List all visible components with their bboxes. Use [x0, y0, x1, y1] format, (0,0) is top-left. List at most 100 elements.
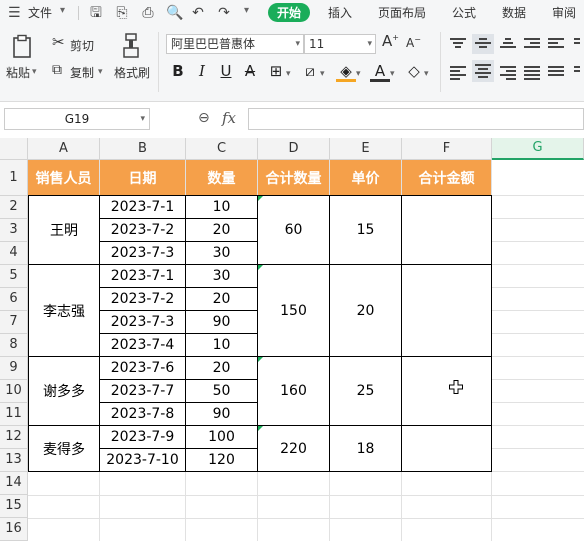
format-painter-icon[interactable]: [118, 32, 144, 60]
quantity-cell[interactable]: 20: [186, 288, 258, 311]
row-header-14[interactable]: 14: [0, 472, 28, 495]
format-painter-button[interactable]: 格式刷: [114, 64, 150, 81]
quantity-cell[interactable]: 20: [186, 219, 258, 242]
tab-page-layout[interactable]: 页面布局: [378, 4, 426, 21]
total-quantity-cell[interactable]: 220: [258, 426, 330, 472]
header-unit-price[interactable]: 单价: [330, 160, 402, 196]
row-header-2[interactable]: 2: [0, 196, 28, 219]
clear-format-icon[interactable]: ◇: [404, 62, 424, 82]
row-header-5[interactable]: 5: [0, 265, 28, 288]
row-header-6[interactable]: 6: [0, 288, 28, 311]
chevron-down-icon[interactable]: ▾: [32, 67, 37, 77]
paste-icon[interactable]: [10, 34, 36, 60]
row-header-13[interactable]: 13: [0, 449, 28, 472]
unit-price-cell[interactable]: 25: [330, 357, 402, 426]
date-cell[interactable]: 2023-7-10: [100, 449, 186, 472]
borders-icon[interactable]: ⊞: [266, 62, 286, 82]
tab-formulas[interactable]: 公式: [452, 4, 476, 21]
file-menu[interactable]: 文件: [28, 4, 52, 21]
increase-indent-icon[interactable]: [548, 36, 566, 52]
font-name-select[interactable]: 阿里巴巴普惠体 ▾: [166, 34, 304, 54]
chevron-down-icon[interactable]: ▾: [60, 5, 65, 16]
save-icon[interactable]: 🖫: [88, 5, 104, 21]
increase-font-size-icon[interactable]: A+: [382, 34, 399, 49]
row-header-4[interactable]: 4: [0, 242, 28, 265]
formula-input[interactable]: [248, 108, 584, 130]
align-left-icon[interactable]: [450, 64, 468, 80]
column-header-e[interactable]: E: [330, 138, 402, 160]
chevron-down-icon[interactable]: ▾: [390, 69, 395, 79]
select-all-corner[interactable]: [0, 138, 28, 160]
more-icon[interactable]: [574, 36, 584, 52]
row-header-15[interactable]: 15: [0, 495, 28, 518]
chevron-down-icon[interactable]: ▾: [356, 69, 361, 79]
header-salesperson[interactable]: 销售人员: [28, 160, 100, 196]
date-cell[interactable]: 2023-7-1: [100, 196, 186, 219]
cell-style-icon[interactable]: ⧄: [300, 62, 320, 82]
quantity-cell[interactable]: 30: [186, 242, 258, 265]
cut-button[interactable]: 剪切: [70, 37, 94, 54]
column-header-f[interactable]: F: [402, 138, 492, 160]
export-pdf-icon[interactable]: ⎘: [114, 5, 130, 21]
column-header-d[interactable]: D: [258, 138, 330, 160]
salesperson-cell[interactable]: 谢多多: [29, 357, 100, 426]
print-preview-icon[interactable]: 🔍: [166, 5, 183, 21]
quantity-cell[interactable]: 10: [186, 196, 258, 219]
date-cell[interactable]: 2023-7-3: [100, 242, 186, 265]
decrease-font-size-icon[interactable]: A−: [406, 36, 421, 50]
align-middle-icon[interactable]: [472, 34, 494, 54]
total-amount-cell[interactable]: [402, 426, 492, 472]
bold-icon[interactable]: B: [168, 62, 188, 82]
total-amount-cell[interactable]: [402, 265, 492, 357]
date-cell[interactable]: 2023-7-7: [100, 380, 186, 403]
row-header-16[interactable]: 16: [0, 518, 28, 541]
decrease-indent-icon[interactable]: [524, 36, 542, 52]
date-cell[interactable]: 2023-7-8: [100, 403, 186, 426]
font-size-select[interactable]: 11 ▾: [304, 34, 376, 54]
chevron-down-icon[interactable]: ▾: [244, 5, 249, 16]
row-header-11[interactable]: 11: [0, 403, 28, 426]
date-cell[interactable]: 2023-7-2: [100, 288, 186, 311]
tab-review[interactable]: 审阅: [552, 4, 576, 21]
align-top-icon[interactable]: [450, 36, 468, 52]
column-header-b[interactable]: B: [100, 138, 186, 160]
row-header-7[interactable]: 7: [0, 311, 28, 334]
row-header-9[interactable]: 9: [0, 357, 28, 380]
fill-color-icon[interactable]: ◈: [336, 62, 356, 82]
more-icon[interactable]: [574, 64, 584, 80]
tab-insert[interactable]: 插入: [328, 4, 352, 21]
undo-icon[interactable]: ↶: [190, 5, 206, 21]
copy-button[interactable]: 复制: [70, 64, 94, 81]
quantity-cell[interactable]: 50: [186, 380, 258, 403]
header-quantity[interactable]: 数量: [186, 160, 258, 196]
column-header-g[interactable]: G: [492, 138, 584, 160]
date-cell[interactable]: 2023-7-2: [100, 219, 186, 242]
total-quantity-cell[interactable]: 60: [258, 196, 330, 265]
salesperson-cell[interactable]: 王明: [29, 196, 100, 265]
total-amount-cell[interactable]: [402, 196, 492, 265]
unit-price-cell[interactable]: 18: [330, 426, 402, 472]
quantity-cell[interactable]: 120: [186, 449, 258, 472]
header-total-quantity[interactable]: 合计数量: [258, 160, 330, 196]
total-amount-cell[interactable]: [402, 357, 492, 426]
chevron-down-icon[interactable]: ▾: [286, 69, 291, 79]
date-cell[interactable]: 2023-7-3: [100, 311, 186, 334]
align-bottom-icon[interactable]: [500, 36, 518, 52]
salesperson-cell[interactable]: 李志强: [29, 265, 100, 357]
unit-price-cell[interactable]: 15: [330, 196, 402, 265]
quantity-cell[interactable]: 90: [186, 403, 258, 426]
chevron-down-icon[interactable]: ▾: [98, 67, 103, 77]
quantity-cell[interactable]: 90: [186, 311, 258, 334]
print-icon[interactable]: ⎙: [140, 5, 156, 21]
date-cell[interactable]: 2023-7-6: [100, 357, 186, 380]
tab-data[interactable]: 数据: [502, 4, 526, 21]
chevron-down-icon[interactable]: ▾: [424, 69, 429, 79]
justify-icon[interactable]: [524, 64, 542, 80]
date-cell[interactable]: 2023-7-1: [100, 265, 186, 288]
column-header-c[interactable]: C: [186, 138, 258, 160]
unit-price-cell[interactable]: 20: [330, 265, 402, 357]
total-quantity-cell[interactable]: 150: [258, 265, 330, 357]
quantity-cell[interactable]: 100: [186, 426, 258, 449]
salesperson-cell[interactable]: 麦得多: [29, 426, 100, 472]
tab-home[interactable]: 开始: [268, 3, 311, 22]
